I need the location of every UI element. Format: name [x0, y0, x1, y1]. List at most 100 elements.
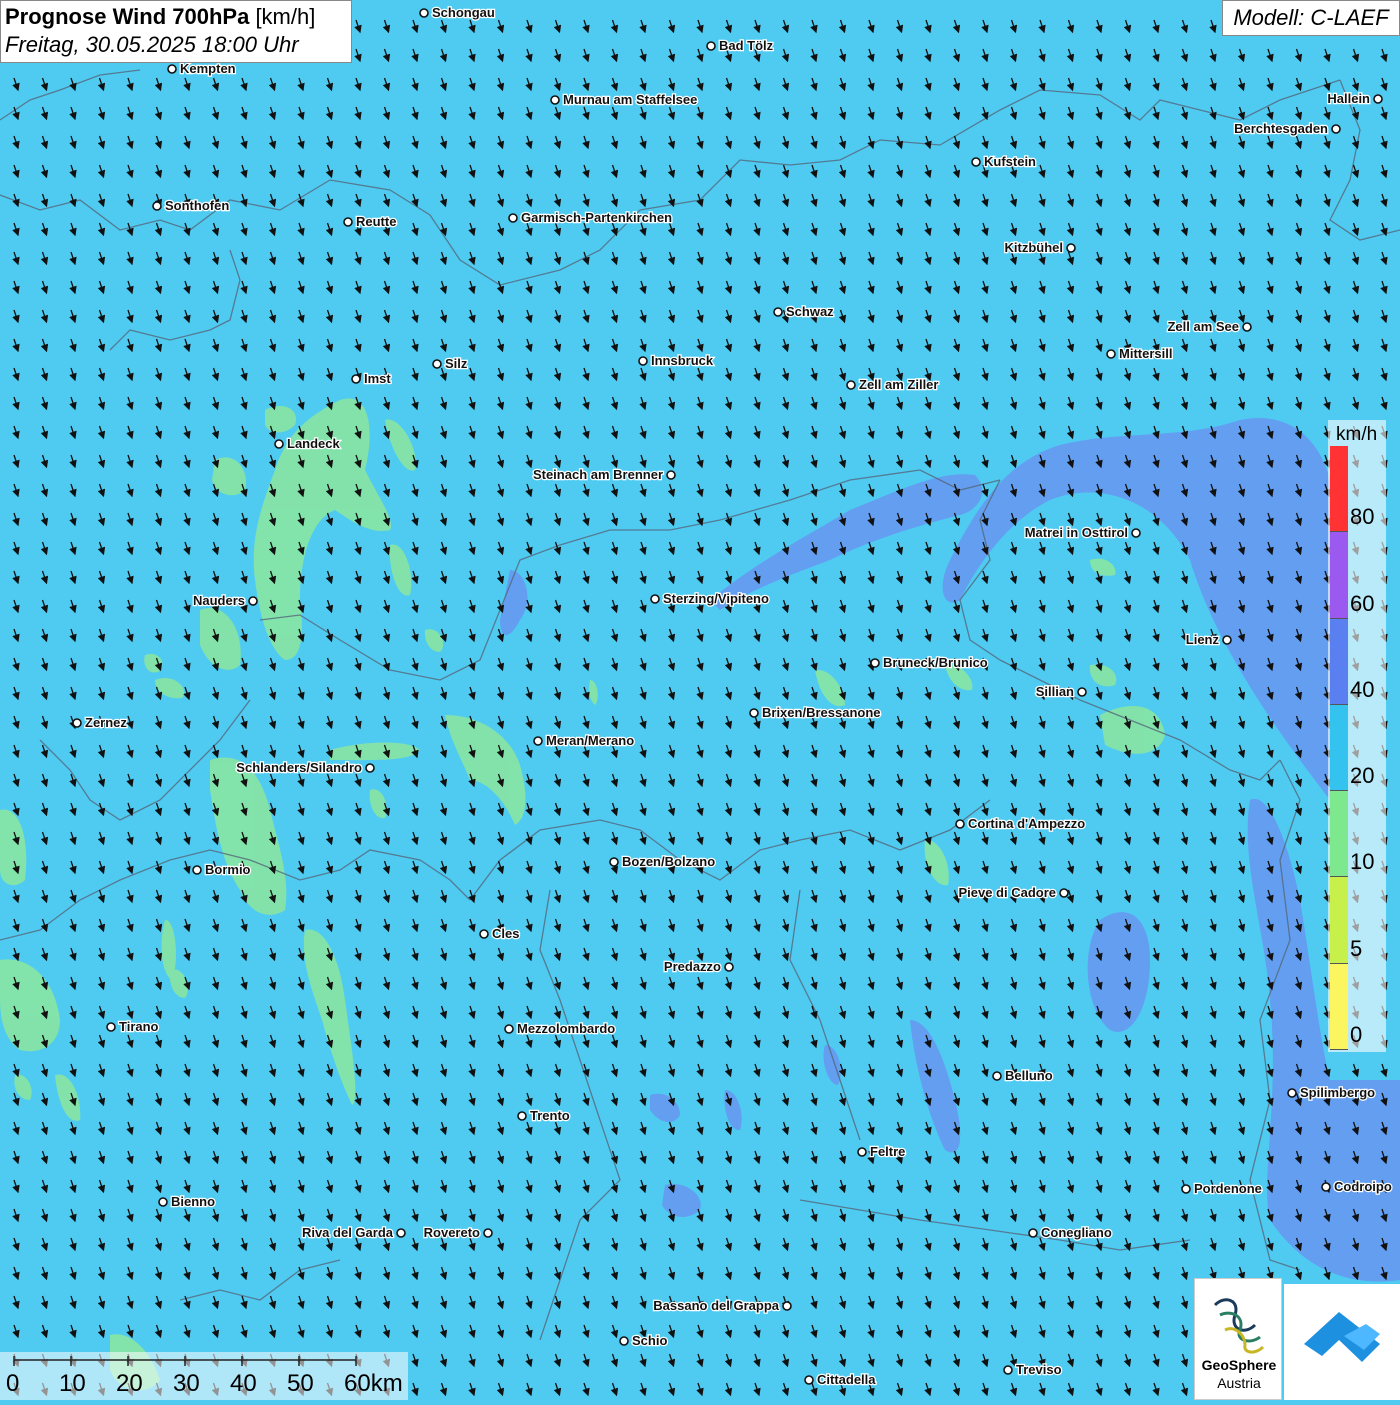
city-bassano-del-grappa: Bassano del Grappa [652, 1297, 792, 1314]
city-label: Bienno [171, 1194, 215, 1209]
city-marker-icon [955, 819, 965, 829]
legend-swatch [1330, 446, 1348, 533]
scale-bar: 0 10 20 30 40 50 60km [0, 1352, 408, 1400]
color-legend: km/h 80 60 40 20 10 5 0 [1328, 420, 1386, 1052]
scale-label: 30 [173, 1370, 200, 1397]
city-marker-icon [517, 1111, 527, 1121]
city-marker-icon [248, 596, 258, 606]
city-marker-icon [1106, 349, 1116, 359]
city-marker-icon [550, 95, 560, 105]
geosphere-name: GeoSphere [1201, 1357, 1277, 1373]
city-label: Berchtesgaden [1234, 121, 1328, 136]
legend-swatch [1330, 963, 1348, 1050]
city-label: Silz [445, 356, 468, 371]
city-label: Steinach am Brenner [533, 467, 663, 482]
legend-label: 0 [1350, 1022, 1363, 1047]
city-label: Bad Tölz [719, 38, 774, 53]
city-marker-icon [724, 962, 734, 972]
city-marker-icon [432, 359, 442, 369]
city-label: Sonthofen [165, 198, 229, 213]
city-marker-icon [533, 736, 543, 746]
city-meran-merano: Meran/Merano [533, 732, 635, 749]
city-label: Zell am Ziller [859, 377, 938, 392]
city-marker-icon [1222, 635, 1232, 645]
city-label: Garmisch-Partenkirchen [521, 210, 672, 225]
legend-swatch [1330, 618, 1348, 705]
city-marker-icon [804, 1375, 814, 1385]
scale-label: 0 [6, 1370, 20, 1397]
city-marker-icon [504, 1024, 514, 1034]
city-matrei-in-osttirol: Matrei in Osttirol [1023, 524, 1141, 541]
city-mezzolombardo: Mezzolombardo [504, 1020, 617, 1037]
city-label: Bormio [205, 862, 251, 877]
city-marker-icon [419, 8, 429, 18]
forecast-time: Freitag, 30.05.2025 18:00 Uhr [5, 32, 299, 57]
legend-label: 60 [1350, 590, 1375, 616]
city-marker-icon [508, 213, 518, 223]
city-label: Conegliano [1041, 1225, 1112, 1240]
model-label: Modell: C-LAEF [1222, 0, 1400, 36]
city-garmisch-partenkirchen: Garmisch-Partenkirchen [508, 209, 673, 226]
city-zell-am-see: Zell am See [1166, 318, 1252, 335]
city-marker-icon [1287, 1088, 1297, 1098]
scale-label: 50 [287, 1370, 314, 1397]
city-cortina-d-ampezzo: Cortina d'Ampezzo [955, 815, 1087, 832]
partner-logo[interactable] [1284, 1284, 1400, 1400]
scale-label: 60km [344, 1370, 403, 1397]
city-marker-icon [152, 201, 162, 211]
city-pieve-di-cadore: Pieve di Cadore [957, 884, 1069, 901]
city-pordenone: Pordenone [1181, 1180, 1263, 1197]
city-marker-icon [274, 439, 284, 449]
city-label: Meran/Merano [546, 733, 634, 748]
city-marker-icon [483, 1228, 493, 1238]
city-label: Schongau [432, 5, 495, 20]
city-label: Sterzing/Vipiteno [663, 591, 769, 606]
city-label: Schwaz [786, 304, 834, 319]
city-label: Lienz [1186, 632, 1220, 647]
scale-label: 40 [230, 1370, 257, 1397]
title-unit: [km/h] [255, 4, 316, 29]
title-panel: Prognose Wind 700hPa [km/h] Freitag, 30.… [0, 0, 352, 63]
city-marker-icon [351, 374, 361, 384]
city-marker-icon [365, 763, 375, 773]
city-zell-am-ziller: Zell am Ziller [846, 376, 940, 393]
city-schongau: Schongau [419, 4, 496, 21]
city-label: Pieve di Cadore [958, 885, 1056, 900]
city-marker-icon [619, 1336, 629, 1346]
city-marker-icon [749, 708, 759, 718]
city-sterzing-vipiteno: Sterzing/Vipiteno [650, 590, 770, 607]
city-marker-icon [992, 1071, 1002, 1081]
city-label: Codroipo [1334, 1179, 1392, 1194]
city-conegliano: Conegliano [1028, 1224, 1113, 1241]
city-label: Hallein [1327, 91, 1370, 106]
city-label: Schio [632, 1333, 667, 1348]
city-marker-icon [609, 857, 619, 867]
scale-label: 20 [116, 1370, 143, 1397]
city-marker-icon [706, 41, 716, 51]
city-marker-icon [106, 1022, 116, 1032]
city-innsbruck: Innsbruck [638, 352, 715, 369]
legend-swatch [1330, 877, 1348, 964]
legend-label: 5 [1350, 935, 1363, 961]
geosphere-country: Austria [1217, 1375, 1261, 1391]
geosphere-logo[interactable]: GeoSphere Austria [1194, 1278, 1282, 1400]
city-marker-icon [782, 1301, 792, 1311]
city-label: Reutte [356, 214, 396, 229]
legend-label: 40 [1350, 676, 1375, 702]
city-murnau-am-staffelsee: Murnau am Staffelsee [550, 91, 699, 108]
city-label: Schlanders/Silandro [236, 760, 362, 775]
city-marker-icon [857, 1147, 867, 1157]
city-label: Murnau am Staffelsee [563, 92, 697, 107]
city-label: Brixen/Bressanone [762, 705, 881, 720]
city-label: Predazzo [664, 959, 721, 974]
legend-label: 10 [1350, 849, 1375, 875]
city-label: Bassano del Grappa [653, 1298, 779, 1313]
city-label: Nauders [193, 593, 245, 608]
city-label: Pordenone [1194, 1181, 1262, 1196]
city-marker-icon [870, 658, 880, 668]
blue-arrow-logo-icon [1304, 1312, 1380, 1362]
geosphere-emblem-icon [1213, 1298, 1265, 1354]
city-marker-icon [846, 380, 856, 390]
legend-swatch [1330, 791, 1348, 878]
city-marker-icon [1181, 1184, 1191, 1194]
